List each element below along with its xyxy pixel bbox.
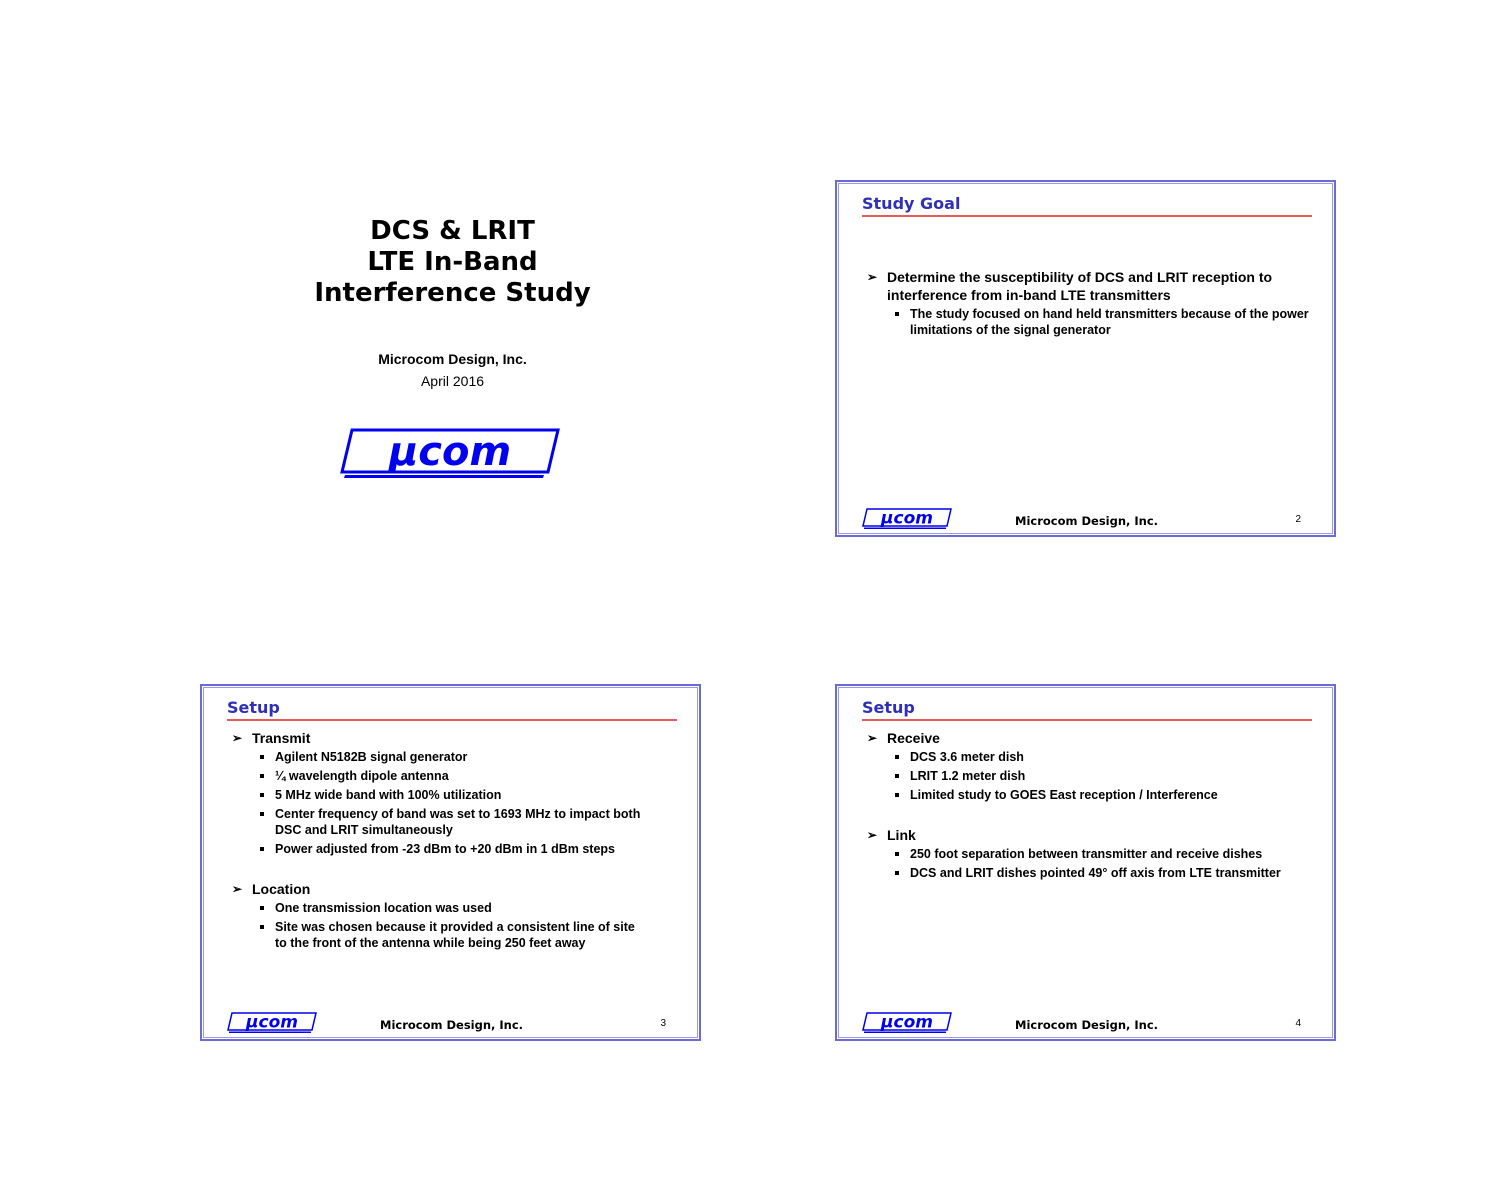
slide-content: ➢ Determine the susceptibility of DCS an… bbox=[862, 268, 1317, 341]
slide-footer: µcom Microcom Design, Inc. 2 bbox=[837, 505, 1334, 535]
bullet-level-1: ➢ Location bbox=[232, 881, 311, 897]
arrowhead-bullet-icon: ➢ bbox=[867, 828, 878, 842]
square-bullet-icon bbox=[260, 793, 264, 797]
footer-company: Microcom Design, Inc. bbox=[1015, 1018, 1159, 1032]
svg-text:µcom: µcom bbox=[880, 1013, 933, 1033]
slide-footer: µcom Microcom Design, Inc. 3 bbox=[202, 1009, 699, 1039]
bullet-level-1: ➢ Determine the susceptibility of DCS an… bbox=[867, 269, 1273, 303]
title-line: DCS & LRIT bbox=[370, 216, 535, 246]
square-bullet-icon bbox=[895, 755, 899, 759]
logo-text: µcom bbox=[387, 429, 511, 475]
bullet-level-2: 250 foot separation between transmitter … bbox=[862, 846, 1317, 862]
ucom-logo: µcom bbox=[227, 1012, 317, 1033]
presentation-title: DCS & LRIT LTE In-Band Interference Stud… bbox=[200, 216, 705, 309]
page-number: 4 bbox=[1295, 1018, 1301, 1029]
bullet-level-2: ¼ wavelength dipole antenna bbox=[227, 768, 682, 784]
bullet-level-2: Limited study to GOES East reception / I… bbox=[862, 787, 1317, 803]
square-bullet-icon bbox=[260, 774, 264, 778]
svg-text:µcom: µcom bbox=[880, 509, 933, 529]
arrowhead-bullet-icon: ➢ bbox=[867, 731, 878, 745]
square-bullet-icon bbox=[260, 925, 264, 929]
title-line: LTE In-Band bbox=[367, 247, 538, 277]
title-divider bbox=[862, 215, 1312, 217]
bullet-level-2: Agilent N5182B signal generator bbox=[227, 749, 682, 765]
slide-title: Study Goal bbox=[862, 194, 961, 213]
ucom-logo: µcom bbox=[340, 428, 560, 478]
square-bullet-icon bbox=[260, 755, 264, 759]
arrowhead-bullet-icon: ➢ bbox=[232, 731, 243, 745]
ucom-logo: µcom bbox=[862, 1012, 952, 1033]
bullet-level-2: DCS and LRIT dishes pointed 49° off axis… bbox=[862, 865, 1317, 881]
bullet-level-2: DCS 3.6 meter dish bbox=[862, 749, 1317, 765]
page-number: 2 bbox=[1295, 514, 1301, 525]
bullet-level-2: Power adjusted from -23 dBm to +20 dBm i… bbox=[227, 841, 682, 857]
square-bullet-icon bbox=[895, 871, 899, 875]
bullet-level-1: ➢ Link bbox=[867, 827, 916, 843]
slide-content: ➢ Transmit Agilent N5182B signal generat… bbox=[227, 729, 682, 954]
title-divider bbox=[227, 719, 677, 721]
bullet-level-2: One transmission location was used bbox=[227, 900, 682, 916]
square-bullet-icon bbox=[260, 906, 264, 910]
slide-footer: µcom Microcom Design, Inc. 4 bbox=[837, 1009, 1334, 1039]
title-line: Interference Study bbox=[314, 278, 591, 308]
slide-setup-transmit: Setup ➢ Transmit Agilent N5182B signal g… bbox=[200, 684, 701, 1041]
slide-setup-receive: Setup ➢ Receive DCS 3.6 meter dish LRIT … bbox=[835, 684, 1336, 1041]
slide-title: Setup bbox=[227, 698, 280, 717]
square-bullet-icon bbox=[895, 312, 899, 316]
arrowhead-bullet-icon: ➢ bbox=[232, 882, 243, 896]
slide-content: ➢ Receive DCS 3.6 meter dish LRIT 1.2 me… bbox=[862, 729, 1317, 884]
title-slide: DCS & LRIT LTE In-Band Interference Stud… bbox=[200, 180, 705, 540]
square-bullet-icon bbox=[260, 812, 264, 816]
svg-text:µcom: µcom bbox=[245, 1013, 298, 1033]
bullet-level-2: LRIT 1.2 meter dish bbox=[862, 768, 1317, 784]
square-bullet-icon bbox=[895, 774, 899, 778]
title-date: April 2016 bbox=[420, 373, 485, 389]
bullet-level-1: ➢ Receive bbox=[867, 730, 940, 746]
square-bullet-icon bbox=[895, 793, 899, 797]
square-bullet-icon bbox=[895, 852, 899, 856]
bullet-level-2: The study focused on hand held transmitt… bbox=[862, 306, 1317, 338]
bullet-level-2: Center frequency of band was set to 1693… bbox=[227, 806, 682, 838]
bullet-level-1: ➢ Transmit bbox=[232, 730, 311, 746]
bullet-level-2: Site was chosen because it provided a co… bbox=[227, 919, 682, 951]
arrowhead-bullet-icon: ➢ bbox=[867, 270, 878, 284]
bullet-level-2: 5 MHz wide band with 100% utilization bbox=[227, 787, 682, 803]
ucom-logo: µcom bbox=[862, 508, 952, 529]
footer-company: Microcom Design, Inc. bbox=[1015, 514, 1159, 528]
footer-company: Microcom Design, Inc. bbox=[380, 1018, 524, 1032]
slide-study-goal: Study Goal ➢ Determine the susceptibilit… bbox=[835, 180, 1336, 537]
page-number: 3 bbox=[660, 1018, 666, 1029]
title-company: Microcom Design, Inc. bbox=[378, 351, 527, 367]
square-bullet-icon bbox=[260, 847, 264, 851]
slide-title: Setup bbox=[862, 698, 915, 717]
title-divider bbox=[862, 719, 1312, 721]
